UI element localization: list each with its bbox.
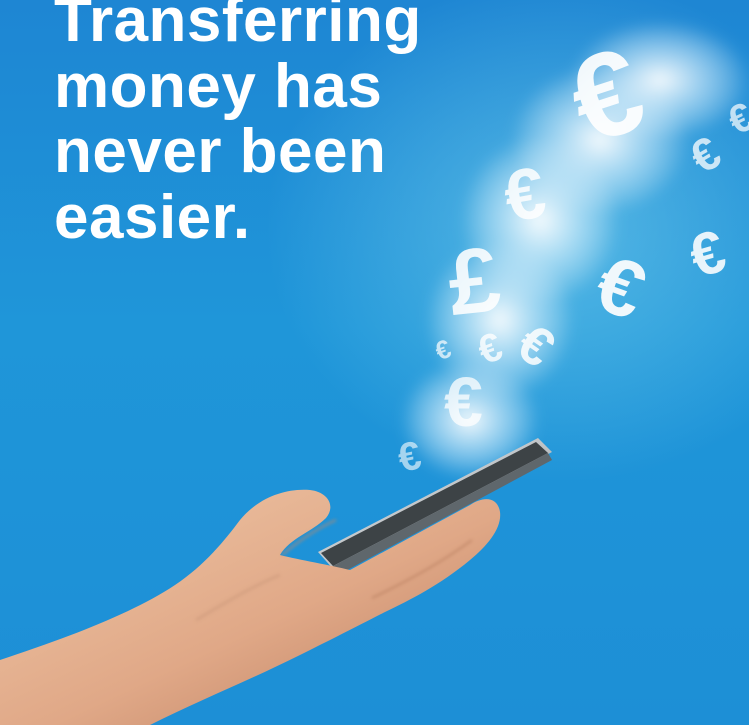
euro-symbol: € [444,363,483,441]
pound-symbol: £ [443,228,505,335]
euro-symbol: € [682,217,733,291]
illustration: € € £ € € € € € € € € € [0,20,749,725]
poster: Transferring money has never been easier… [0,0,749,725]
